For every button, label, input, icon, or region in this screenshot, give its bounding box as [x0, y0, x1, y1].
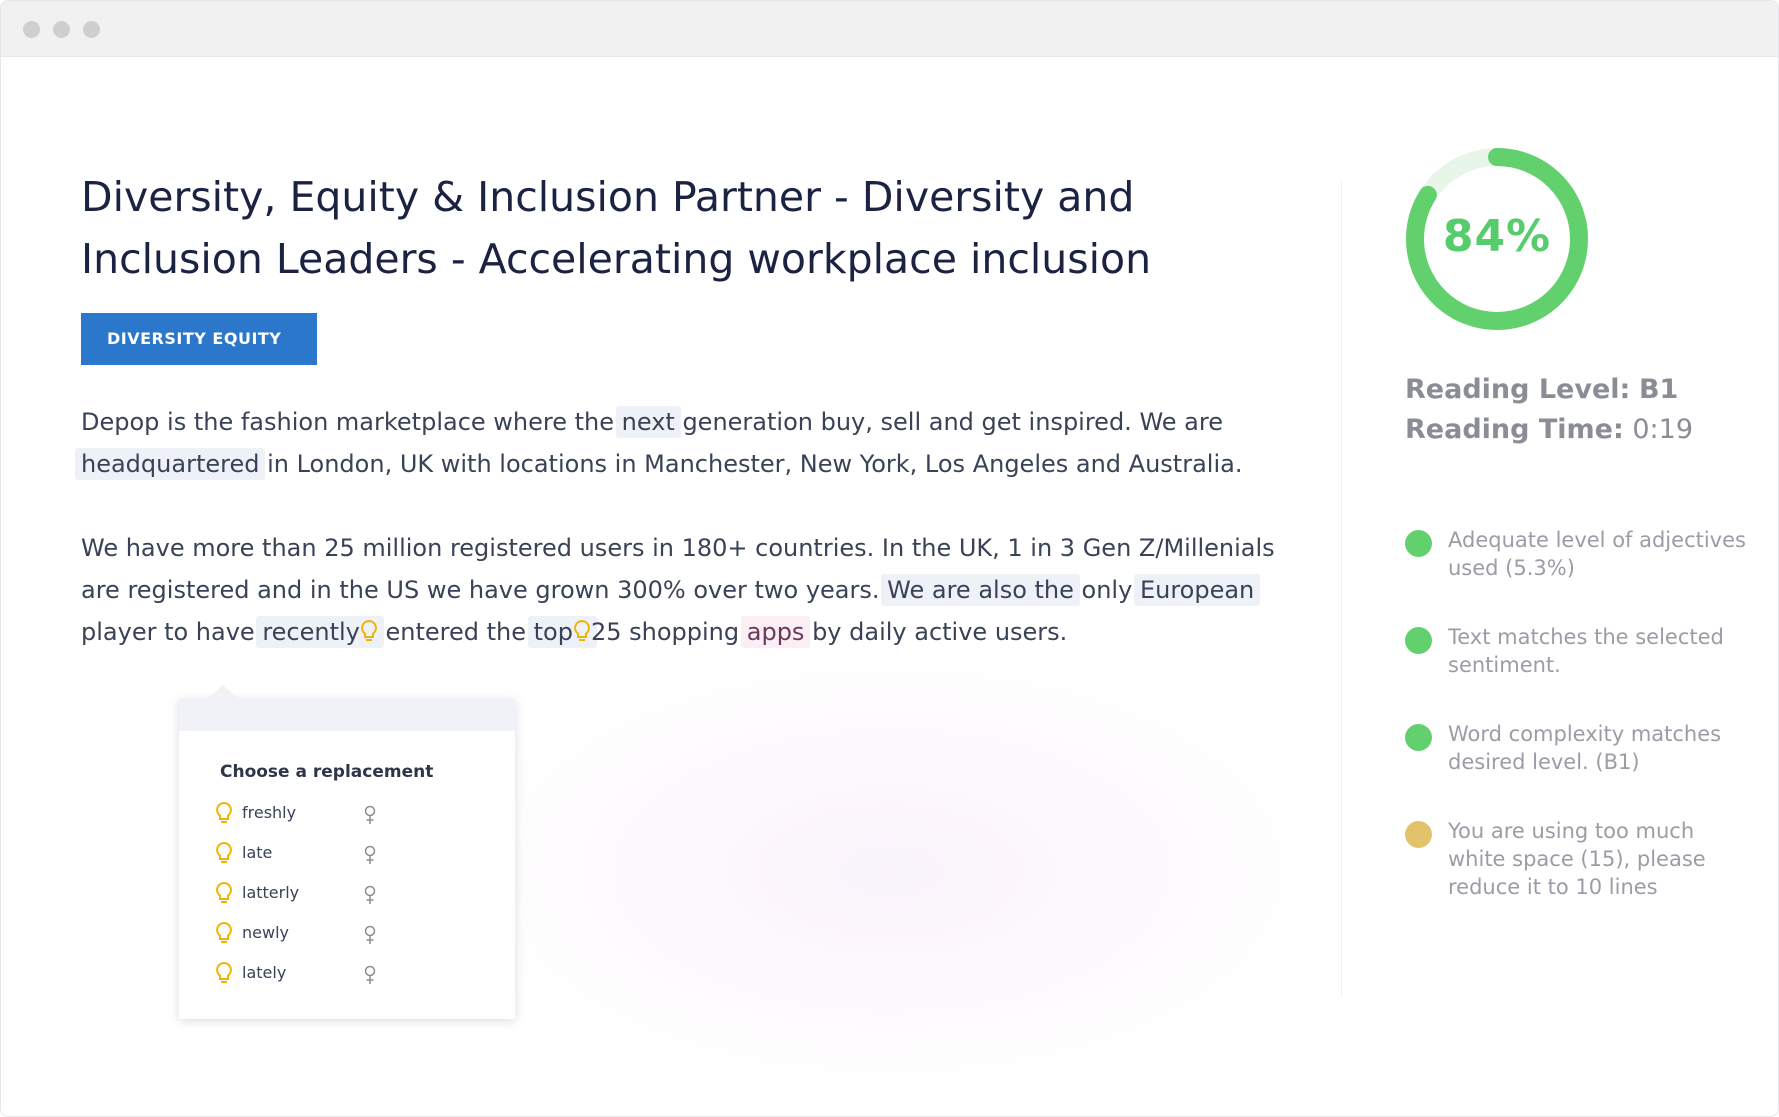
- app-window: Diversity, Equity & Inclusion Partner - …: [0, 0, 1779, 1117]
- lightbulb-icon: [216, 841, 232, 863]
- paragraph-1: Depop is the fashion marketplace where t…: [75, 401, 1301, 485]
- text-segment: player to have: [81, 618, 263, 646]
- female-sign-icon: [364, 845, 376, 864]
- text-segment: 25 shopping: [590, 618, 747, 646]
- reading-level: Reading Level: B1: [1405, 370, 1678, 410]
- text-segment: in London, UK with locations in Manchest…: [259, 450, 1243, 478]
- highlighted-phrase[interactable]: We are also the: [881, 574, 1080, 606]
- text-segment: entered the: [377, 618, 534, 646]
- lightbulb-icon: [216, 881, 232, 903]
- replacement-option[interactable]: late: [215, 839, 475, 869]
- title-bar: [1, 1, 1778, 57]
- status-dot: [1405, 627, 1432, 654]
- minimize-window-button[interactable]: [53, 21, 70, 38]
- score-value: 84%: [1442, 211, 1552, 262]
- word-text: recently: [262, 618, 360, 646]
- replacement-option[interactable]: latterly: [215, 879, 475, 909]
- reading-time: Reading Time: 0:19: [1405, 410, 1693, 450]
- replacement-option[interactable]: newly: [215, 919, 475, 949]
- replacement-option[interactable]: lately: [215, 959, 475, 989]
- text-segment: only: [1073, 576, 1140, 604]
- reading-time-value: 0:19: [1632, 414, 1694, 445]
- popup-arrow: [207, 685, 239, 699]
- maximize-window-button[interactable]: [83, 21, 100, 38]
- reading-time-label: Reading Time:: [1405, 414, 1624, 445]
- check-text: Word complexity matches desired level. (…: [1448, 722, 1722, 774]
- popup-title: Choose a replacement: [220, 762, 434, 782]
- highlighted-word[interactable]: next: [615, 406, 681, 438]
- highlighted-word[interactable]: European: [1133, 574, 1261, 606]
- status-dot: [1405, 530, 1432, 557]
- word-text: top: [533, 618, 573, 646]
- category-tag[interactable]: DIVERSITY EQUITY: [81, 313, 317, 365]
- document-title: Diversity, Equity & Inclusion Partner - …: [81, 173, 1152, 283]
- female-sign-icon: [364, 885, 376, 904]
- female-sign-icon: [364, 925, 376, 944]
- status-dot: [1405, 821, 1432, 848]
- check-text: Text matches the selected sentiment.: [1448, 625, 1724, 677]
- status-dot: [1405, 724, 1432, 751]
- highlighted-word-pink[interactable]: apps: [740, 616, 811, 648]
- check-text: Adequate level of adjectives used (5.3%): [1448, 528, 1746, 580]
- sidebar-divider: [1341, 181, 1342, 996]
- highlighted-word[interactable]: headquartered: [75, 448, 266, 480]
- option-label: newly: [242, 923, 289, 942]
- lightbulb-icon: [216, 921, 232, 943]
- highlighted-word-recently[interactable]: recently: [256, 616, 384, 648]
- female-sign-icon: [364, 965, 376, 984]
- lightbulb-icon[interactable]: [573, 619, 591, 643]
- lightbulb-icon: [216, 961, 232, 983]
- text-segment: Depop is the fashion marketplace where t…: [81, 408, 622, 436]
- option-label: late: [242, 843, 273, 862]
- lightbulb-icon[interactable]: [360, 619, 378, 643]
- background-glow: [441, 641, 1341, 1101]
- text-segment: generation buy, sell and get inspired. W…: [674, 408, 1223, 436]
- highlighted-word-top[interactable]: top: [527, 616, 597, 648]
- female-sign-icon: [364, 805, 376, 824]
- close-window-button[interactable]: [23, 21, 40, 38]
- paragraph-2: We have more than 25 million registered …: [81, 527, 1301, 653]
- check-text: You are using too much white space (15),…: [1448, 819, 1706, 899]
- reading-level-label: Reading Level:: [1405, 374, 1631, 405]
- text-segment: by daily active users.: [804, 618, 1068, 646]
- option-label: latterly: [242, 883, 300, 902]
- popup-header: [179, 699, 515, 731]
- replacement-popup: Choose a replacement freshly late latter…: [179, 685, 515, 1019]
- reading-level-value: B1: [1638, 374, 1679, 405]
- option-label: lately: [242, 963, 287, 982]
- option-label: freshly: [242, 803, 297, 822]
- lightbulb-icon: [216, 801, 232, 823]
- replacement-option[interactable]: freshly: [215, 799, 475, 829]
